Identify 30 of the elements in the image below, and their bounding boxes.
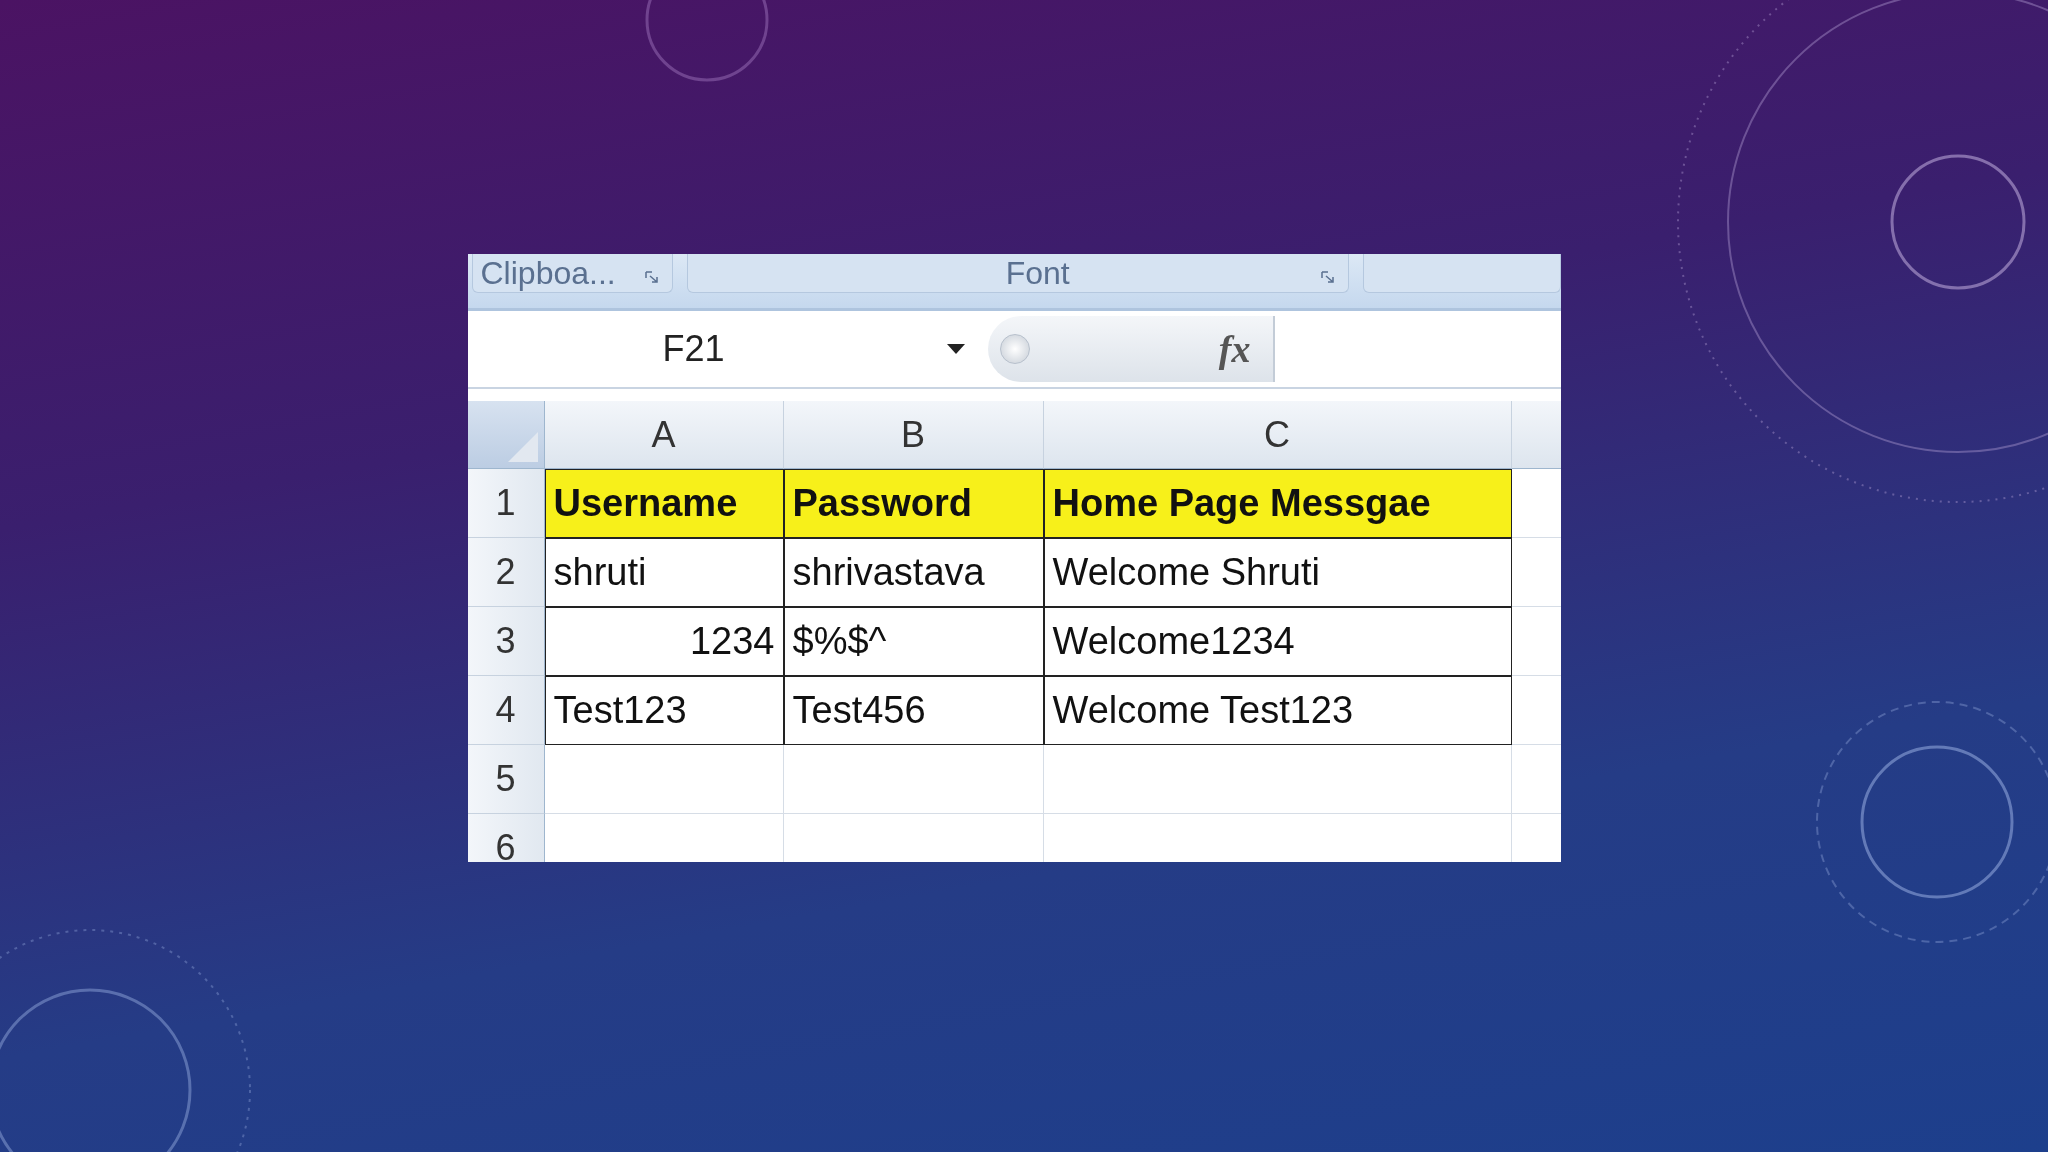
- ribbon-group-label: Clipboa...: [471, 254, 673, 293]
- table-cell: 1234: [544, 607, 784, 676]
- row-header[interactable]: 6: [467, 814, 545, 862]
- select-all-button[interactable]: [467, 401, 545, 469]
- row-header[interactable]: 5: [467, 745, 545, 814]
- column-header[interactable]: [1511, 401, 1561, 469]
- insert-function-button[interactable]: fx: [1218, 327, 1251, 371]
- header-cell: Username: [544, 469, 784, 538]
- table-cell: shrivastava: [783, 538, 1044, 607]
- table-cell: $%$^: [783, 607, 1044, 676]
- table-cell: shruti: [544, 538, 784, 607]
- column-header[interactable]: A: [544, 401, 784, 469]
- triangle-icon: [507, 432, 538, 462]
- name-box[interactable]: F21: [467, 328, 988, 370]
- table-cell: Test123: [544, 676, 784, 745]
- row-header[interactable]: 2: [467, 538, 545, 607]
- row-header[interactable]: 4: [467, 676, 545, 745]
- ribbon-group-label: Font: [686, 254, 1349, 293]
- caret-icon[interactable]: [945, 343, 966, 355]
- row-header[interactable]: 3: [467, 607, 545, 676]
- table-cell: Test456: [783, 676, 1044, 745]
- circle-icon: [999, 334, 1030, 364]
- table-cell: Welcome Test123: [1043, 676, 1512, 745]
- header-cell: Password: [783, 469, 1044, 538]
- row-header[interactable]: 1: [467, 469, 545, 538]
- table-cell: Welcome1234: [1043, 607, 1512, 676]
- column-header[interactable]: B: [783, 401, 1044, 469]
- header-cell: Home Page Messgae: [1043, 469, 1512, 538]
- table-cell: Welcome Shruti: [1043, 538, 1512, 607]
- column-header[interactable]: C: [1043, 401, 1512, 469]
